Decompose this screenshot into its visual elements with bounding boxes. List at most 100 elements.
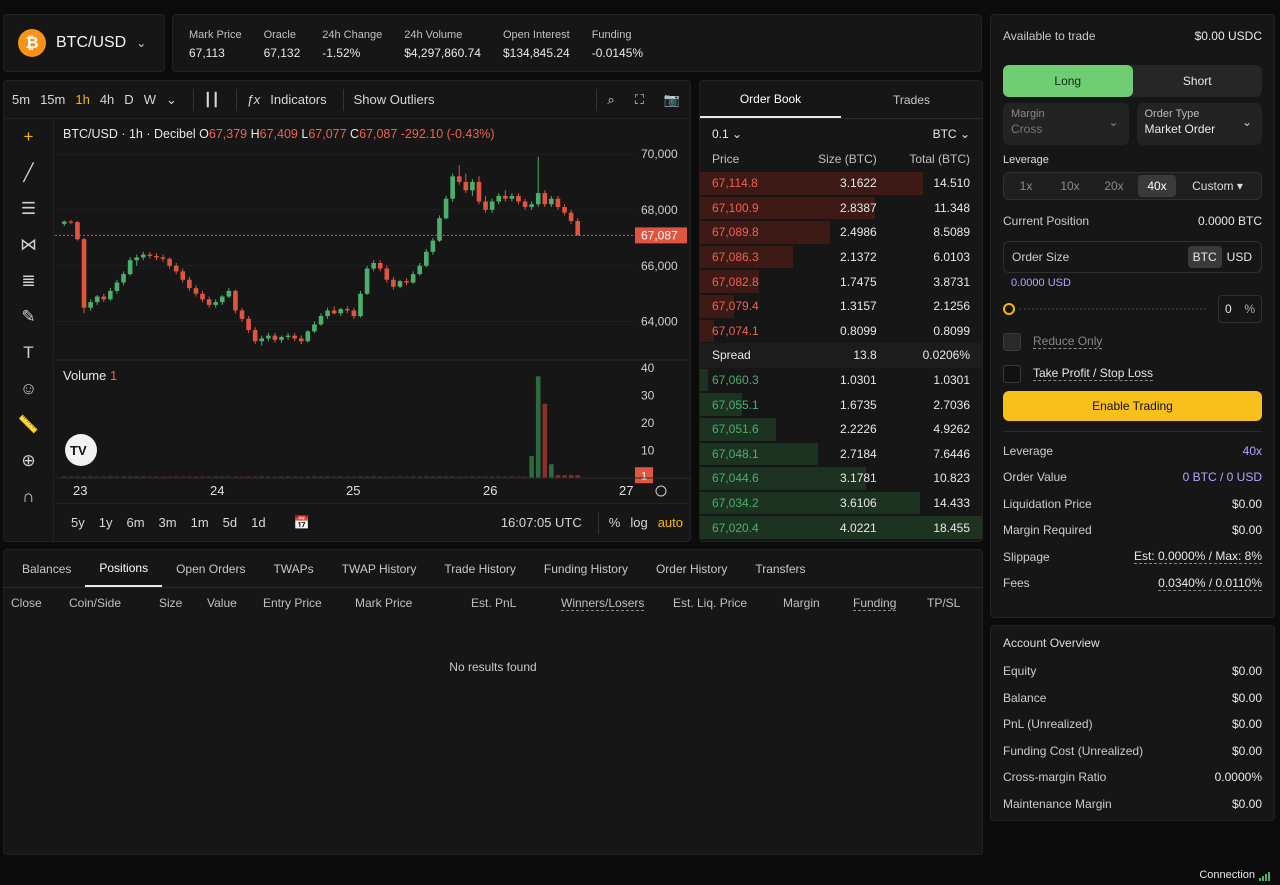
slider-handle[interactable]	[1003, 302, 1015, 315]
tab-trade-history[interactable]: Trade History	[430, 550, 530, 587]
tab-funding-history[interactable]: Funding History	[530, 550, 642, 587]
reduce-only-checkbox[interactable]	[1003, 332, 1021, 351]
bid-row[interactable]: 67,051.6 2.2226 4.9262	[700, 417, 982, 442]
show-outliers-button[interactable]: Show Outliers	[352, 92, 437, 107]
brush-icon[interactable]: ✎	[4, 299, 53, 335]
timeframe-1h[interactable]: 1h	[73, 92, 91, 107]
chart-area[interactable]: 70,000 68,000 66,000 64,000 BTC/USD · 1h · D…	[55, 120, 691, 542]
leverage-1x[interactable]: 1x	[1006, 175, 1046, 197]
timeframe-d[interactable]: D	[122, 92, 135, 107]
tab-twap-history[interactable]: TWAP History	[328, 550, 431, 587]
utc-clock[interactable]: 16:07:05 UTC	[499, 515, 584, 530]
col-funding: Funding	[853, 596, 927, 611]
short-button[interactable]: Short	[1133, 65, 1263, 97]
ask-row[interactable]: 67,114.8 3.1622 14.510	[700, 171, 982, 196]
bid-row[interactable]: 67,034.2 3.6106 14.433	[700, 491, 982, 516]
unit-btc-button[interactable]: BTC	[1187, 245, 1222, 268]
crosshair-icon[interactable]: +	[4, 119, 53, 155]
range-1m[interactable]: 1m	[189, 515, 211, 530]
ask-row[interactable]: 67,074.1 0.8099 0.8099	[700, 319, 982, 344]
magnet-icon[interactable]: ∩	[4, 479, 53, 515]
chart-settings-icon[interactable]	[655, 485, 667, 497]
candle-body	[364, 268, 370, 294]
range-6m[interactable]: 6m	[124, 515, 146, 530]
timeframe-dropdown-icon[interactable]: ⌄	[164, 92, 179, 108]
tab-open-orders[interactable]: Open Orders	[162, 550, 259, 587]
tab-order-history[interactable]: Order History	[642, 550, 741, 587]
ask-row[interactable]: 67,100.9 2.8387 11.348	[700, 196, 982, 221]
auto-scale-toggle[interactable]: auto	[656, 515, 685, 530]
candle-body	[279, 337, 284, 340]
bid-row[interactable]: 67,020.4 4.0221 18.455	[700, 515, 982, 540]
slider-track[interactable]	[1019, 307, 1206, 310]
ask-row[interactable]: 67,086.3 2.1372 6.0103	[700, 245, 982, 270]
range-1y[interactable]: 1y	[97, 515, 115, 530]
bid-row[interactable]: 67,048.1 2.7184 7.6446	[700, 442, 982, 467]
camera-icon[interactable]: 📷	[662, 92, 682, 108]
tab-balances[interactable]: Balances	[8, 550, 85, 587]
timeframe-15m[interactable]: 15m	[38, 92, 67, 107]
pattern-icon[interactable]: ⋈	[4, 227, 53, 263]
stat-oracle: Oracle 67,132	[264, 29, 301, 71]
leverage-40x[interactable]: 40x	[1138, 175, 1176, 197]
horizontal-lines-icon[interactable]: ☰	[4, 191, 53, 227]
percent-scale-toggle[interactable]: %	[607, 515, 623, 530]
bid-row[interactable]: 67,055.1 1.6735 2.7036	[700, 392, 982, 417]
order-type-select[interactable]: Order Type Market Order ⌄	[1136, 103, 1262, 145]
tab-order-book[interactable]: Order Book	[700, 81, 841, 118]
zoom-search-icon[interactable]: ⌕	[605, 92, 616, 108]
order-size-field[interactable]: Order Size BTC USD	[1003, 240, 1262, 273]
emoji-icon[interactable]: ☺	[4, 371, 53, 407]
leverage-20x[interactable]: 20x	[1094, 175, 1134, 197]
summary-value: $0.00	[1231, 496, 1262, 511]
timeframe-w[interactable]: W	[142, 92, 158, 107]
leverage-10x[interactable]: 10x	[1050, 175, 1090, 197]
long-button[interactable]: Long	[1003, 65, 1133, 97]
candle-body	[305, 331, 311, 342]
candle-body	[430, 240, 436, 252]
zoom-in-icon[interactable]: ⊕	[4, 443, 53, 479]
candle-body	[213, 302, 218, 305]
leverage-custom[interactable]: Custom ▾	[1180, 175, 1255, 197]
bid-row[interactable]: 67,044.6 3.1781 10.823	[700, 466, 982, 491]
candle-body	[226, 290, 232, 297]
indicators-icon[interactable]: ƒx	[245, 92, 263, 107]
unit-usd-button[interactable]: USD	[1222, 246, 1257, 268]
bid-row[interactable]: 67,060.3 1.0301 1.0301	[700, 368, 982, 393]
ruler-icon[interactable]: 📏	[4, 407, 53, 443]
trendline-icon[interactable]: ╱	[4, 155, 53, 191]
indicators-button[interactable]: Indicators	[268, 92, 328, 107]
tab-positions[interactable]: Positions	[85, 550, 163, 587]
timeframe-5m[interactable]: 5m	[10, 92, 32, 107]
pair-selector[interactable]: ₿ BTC/USD ⌄	[3, 14, 165, 72]
order-price: 67,114.8	[712, 176, 758, 191]
slider-pct-input[interactable]: 0 %	[1218, 294, 1262, 323]
order-price: 67,082.8	[712, 274, 759, 289]
margin-select[interactable]: Margin Cross ⌄	[1003, 103, 1129, 145]
range-3m[interactable]: 3m	[157, 515, 179, 530]
tick-size-select[interactable]: 0.1 ⌄	[712, 127, 742, 147]
signal-bar	[1259, 878, 1261, 881]
tab-twaps[interactable]: TWAPs	[259, 550, 327, 587]
date-range-icon[interactable]: 📅	[292, 515, 312, 531]
account-label: Maintenance Margin	[1003, 796, 1112, 811]
fib-icon[interactable]: ≣	[4, 263, 53, 299]
range-5d[interactable]: 5d	[221, 515, 239, 530]
ask-row[interactable]: 67,089.8 2.4986 8.5089	[700, 220, 982, 245]
unit-select[interactable]: BTC ⌄	[933, 127, 970, 147]
tab-transfers[interactable]: Transfers	[741, 550, 819, 587]
candlestick-chart[interactable]: 70,000 68,000 66,000 64,000 BTC/USD · 1h · D…	[55, 120, 691, 504]
range-1d[interactable]: 1d	[249, 515, 267, 530]
enable-trading-button[interactable]: Enable Trading	[1003, 390, 1262, 421]
text-tool-icon[interactable]: T	[4, 335, 53, 371]
range-5y[interactable]: 5y	[69, 515, 87, 530]
ask-row[interactable]: 67,082.8 1.7475 3.8731	[700, 269, 982, 294]
tab-trades[interactable]: Trades	[841, 81, 982, 118]
timeframe-4h[interactable]: 4h	[98, 92, 116, 107]
log-scale-toggle[interactable]: log	[628, 515, 649, 530]
ask-row[interactable]: 67,079.4 1.3157 2.1256	[700, 294, 982, 319]
candle-type-icon[interactable]: ┃┃	[202, 92, 222, 108]
fullscreen-icon[interactable]: ⛶	[633, 92, 646, 108]
tpsl-checkbox[interactable]	[1003, 364, 1021, 383]
account-equity: Equity $0.00	[1003, 658, 1262, 685]
